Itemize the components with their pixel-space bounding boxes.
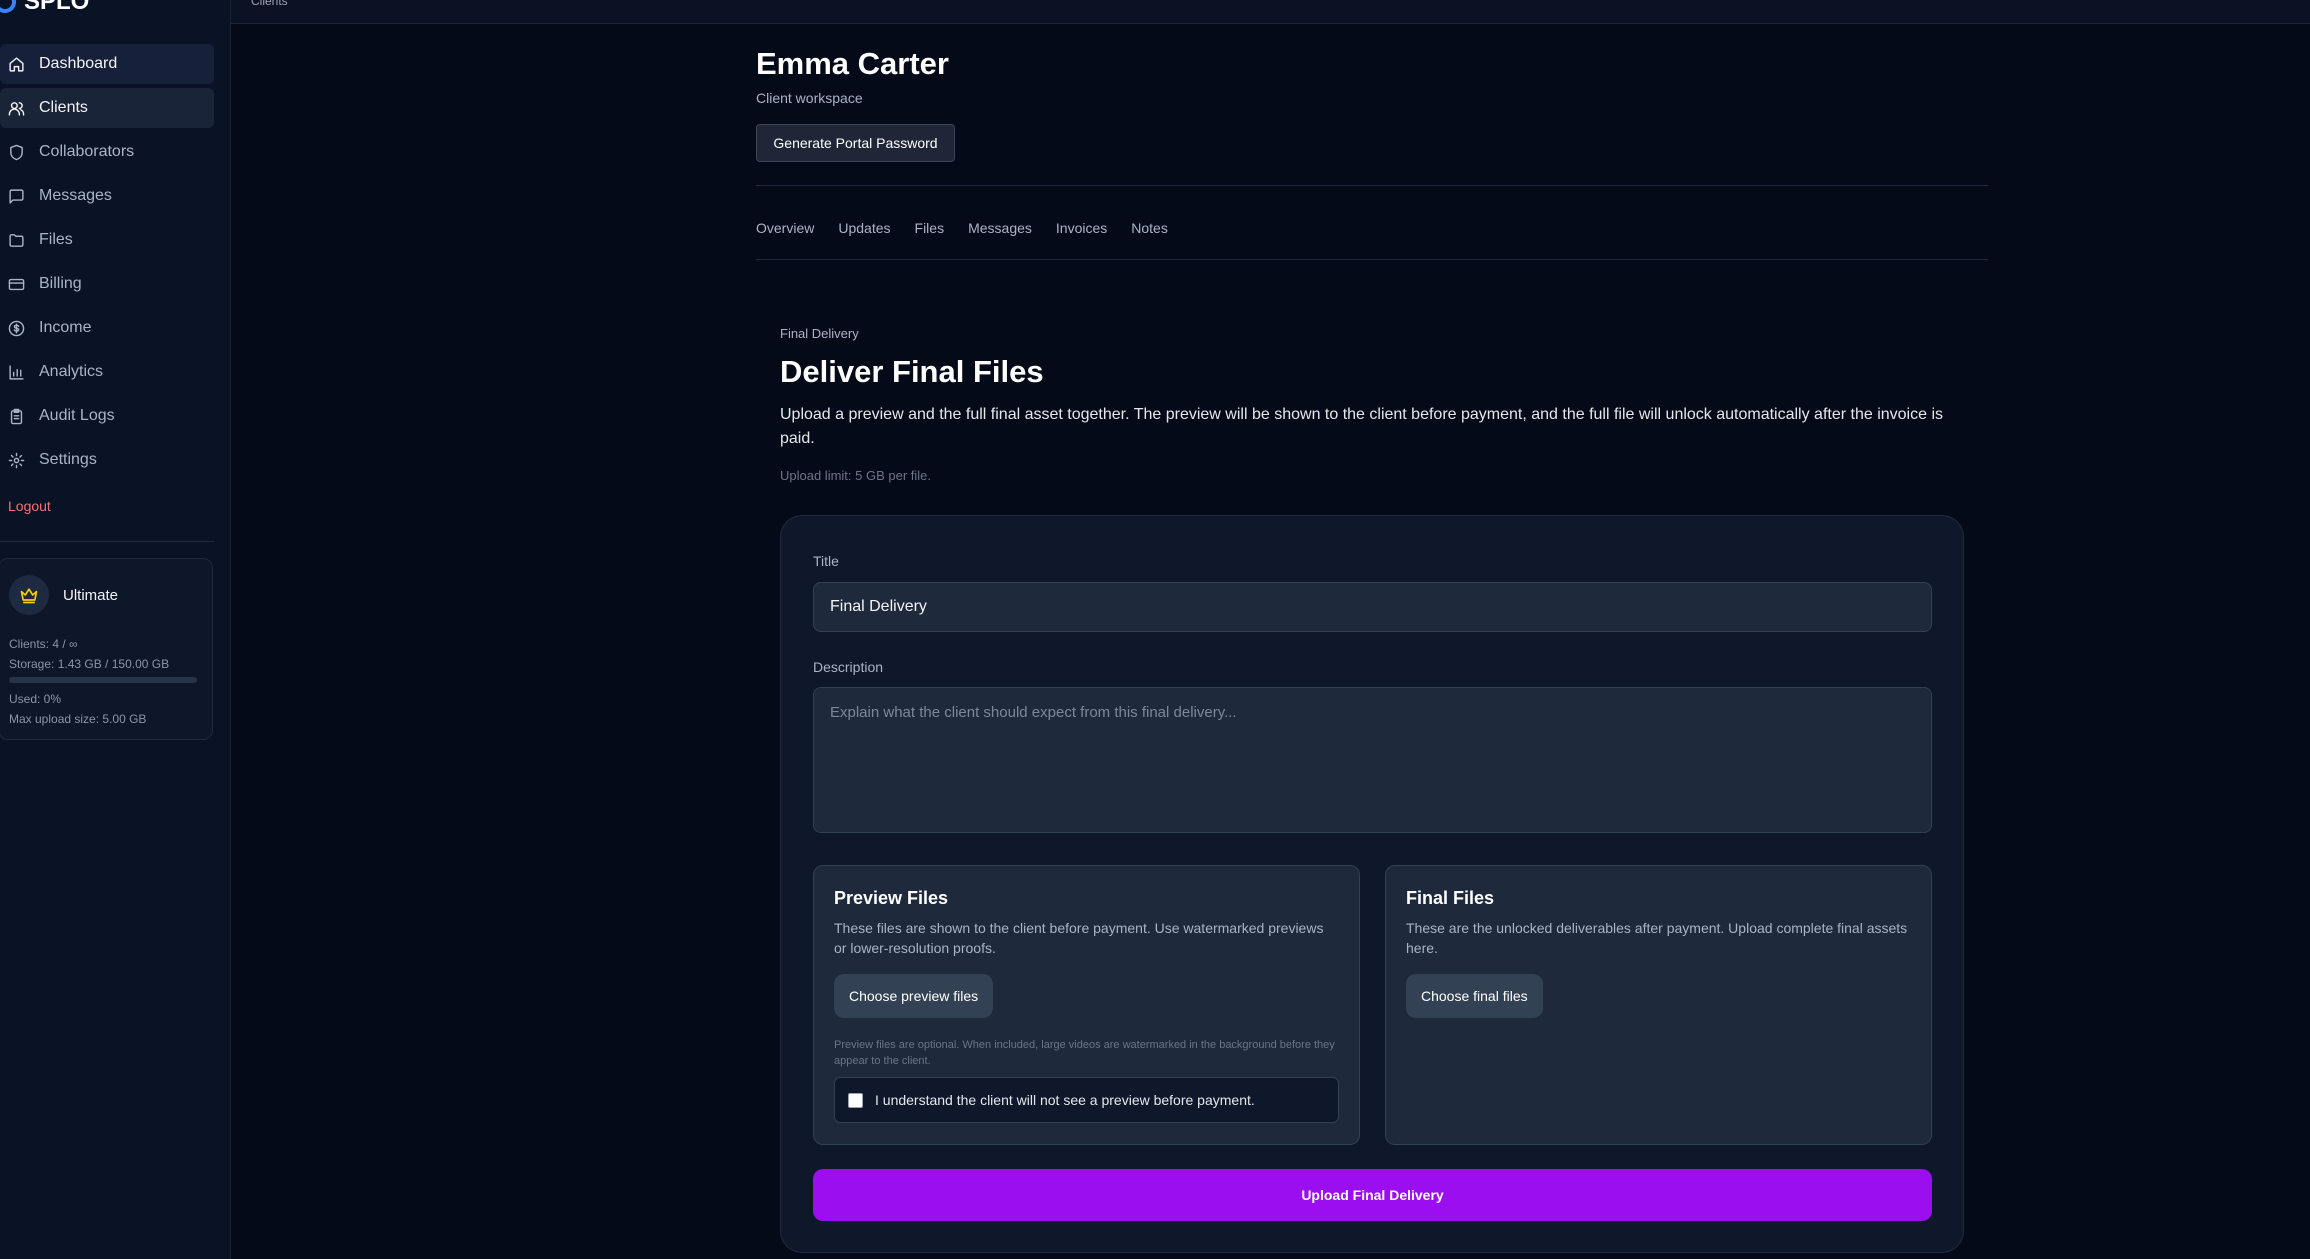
no-preview-checkbox[interactable] xyxy=(848,1092,863,1108)
plan-header: Ultimate xyxy=(9,575,118,615)
final-files-panel: Final Files These are the unlocked deliv… xyxy=(1385,865,1932,1145)
storage-progress-bar xyxy=(9,677,197,683)
sidebar-nav: Dashboard Clients Collaborators Messages… xyxy=(0,44,214,484)
credit-card-icon xyxy=(8,278,25,290)
clipboard-icon xyxy=(10,408,23,424)
sidebar-item-audit-logs[interactable]: Audit Logs xyxy=(0,396,214,436)
tab-files[interactable]: Files xyxy=(915,220,945,236)
brand-logo[interactable]: SPLO xyxy=(0,0,89,16)
delivery-header: Final Delivery Deliver Final Files Uploa… xyxy=(780,326,1964,483)
sidebar-item-messages[interactable]: Messages xyxy=(0,176,214,216)
sidebar-item-analytics[interactable]: Analytics xyxy=(0,352,214,392)
page-title: Emma Carter xyxy=(756,46,949,81)
section-heading: Deliver Final Files xyxy=(780,354,1044,389)
generate-portal-password-button[interactable]: Generate Portal Password xyxy=(756,124,955,162)
upload-limit: Upload limit: 5 GB per file. xyxy=(780,468,932,483)
preview-files-note: Preview files are optional. When include… xyxy=(834,1039,1335,1067)
sidebar-divider xyxy=(0,541,214,542)
sidebar-item-label: Clients xyxy=(39,99,88,116)
sidebar-item-label: Audit Logs xyxy=(39,407,115,424)
plan-max-upload: Max upload size: 5.00 GB xyxy=(9,712,147,726)
sidebar-item-label: Messages xyxy=(39,187,112,204)
title-input[interactable] xyxy=(813,582,1932,632)
topbar: Clients xyxy=(231,0,2310,24)
dollar-circle-icon xyxy=(8,320,25,336)
brand-name: SPLO xyxy=(24,0,90,15)
section-eyebrow: Final Delivery xyxy=(780,326,859,341)
crown-icon xyxy=(20,588,38,604)
tab-overview[interactable]: Overview xyxy=(756,220,814,236)
upload-final-delivery-button[interactable]: Upload Final Delivery xyxy=(813,1169,1932,1221)
plan-name: Ultimate xyxy=(63,586,119,604)
preview-files-title: Preview Files xyxy=(834,888,949,908)
client-tabs: Overview Updates Files Messages Invoices… xyxy=(756,220,1168,236)
plan-badge xyxy=(9,575,49,615)
plan-card: Ultimate Clients: 4 / ∞ Storage: 1.43 GB… xyxy=(0,558,213,740)
final-files-description: These are the unlocked deliverables afte… xyxy=(1406,920,1908,956)
tab-invoices[interactable]: Invoices xyxy=(1056,220,1107,236)
sidebar-item-label: Files xyxy=(39,231,73,248)
users-icon xyxy=(8,101,25,116)
choose-preview-files-button[interactable]: Choose preview files xyxy=(834,974,994,1018)
sidebar-item-label: Settings xyxy=(39,451,97,468)
tab-updates[interactable]: Updates xyxy=(838,220,890,236)
section-intro: Upload a preview and the full final asse… xyxy=(780,406,1944,447)
sidebar-item-label: Dashboard xyxy=(39,55,118,72)
logout-link[interactable]: Logout xyxy=(8,498,51,514)
sidebar-item-dashboard[interactable]: Dashboard xyxy=(0,44,214,84)
shield-icon xyxy=(10,144,23,160)
final-files-title: Final Files xyxy=(1406,888,1495,908)
divider xyxy=(756,185,1988,186)
preview-files-description: These files are shown to the client befo… xyxy=(834,920,1324,956)
tab-notes[interactable]: Notes xyxy=(1131,220,1168,236)
description-label: Description xyxy=(813,659,884,675)
sidebar-item-label: Billing xyxy=(39,275,82,292)
plan-used: Used: 0% xyxy=(9,692,62,706)
sidebar-item-billing[interactable]: Billing xyxy=(0,264,214,304)
sidebar-item-label: Collaborators xyxy=(39,143,135,160)
no-preview-acknowledgement[interactable]: I understand the client will not see a p… xyxy=(834,1077,1339,1123)
page-subtitle: Client workspace xyxy=(756,90,863,106)
gear-icon xyxy=(8,452,25,468)
plan-stats: Clients: 4 / ∞ Storage: 1.43 GB / 150.00… xyxy=(9,634,197,729)
delivery-form: Title Description Preview Files These fi… xyxy=(780,515,1964,1253)
plan-clients: Clients: 4 / ∞ xyxy=(9,637,78,651)
sidebar-item-label: Analytics xyxy=(39,363,104,380)
title-label: Title xyxy=(813,553,839,569)
tab-messages[interactable]: Messages xyxy=(968,220,1032,236)
logo-icon xyxy=(0,0,16,13)
breadcrumb[interactable]: Clients xyxy=(251,0,288,8)
message-icon xyxy=(9,188,24,204)
folder-icon xyxy=(9,233,24,247)
sidebar-item-collaborators[interactable]: Collaborators xyxy=(0,132,214,172)
home-icon xyxy=(9,56,24,72)
choose-final-files-button[interactable]: Choose final files xyxy=(1406,974,1543,1018)
divider xyxy=(756,259,1988,260)
no-preview-checkbox-label: I understand the client will not see a p… xyxy=(875,1092,1255,1108)
sidebar-item-files[interactable]: Files xyxy=(0,220,214,260)
sidebar-item-clients[interactable]: Clients xyxy=(0,88,214,128)
sidebar-item-settings[interactable]: Settings xyxy=(0,440,214,480)
sidebar-item-label: Income xyxy=(39,319,92,336)
bar-chart-icon xyxy=(9,364,24,380)
sidebar-item-income[interactable]: Income xyxy=(0,308,214,348)
description-textarea[interactable] xyxy=(813,687,1932,833)
plan-storage: Storage: 1.43 GB / 150.00 GB xyxy=(9,657,170,671)
sidebar: SPLO Dashboard Clients Collaborators Mes… xyxy=(0,0,231,1259)
preview-files-panel: Preview Files These files are shown to t… xyxy=(813,865,1360,1145)
